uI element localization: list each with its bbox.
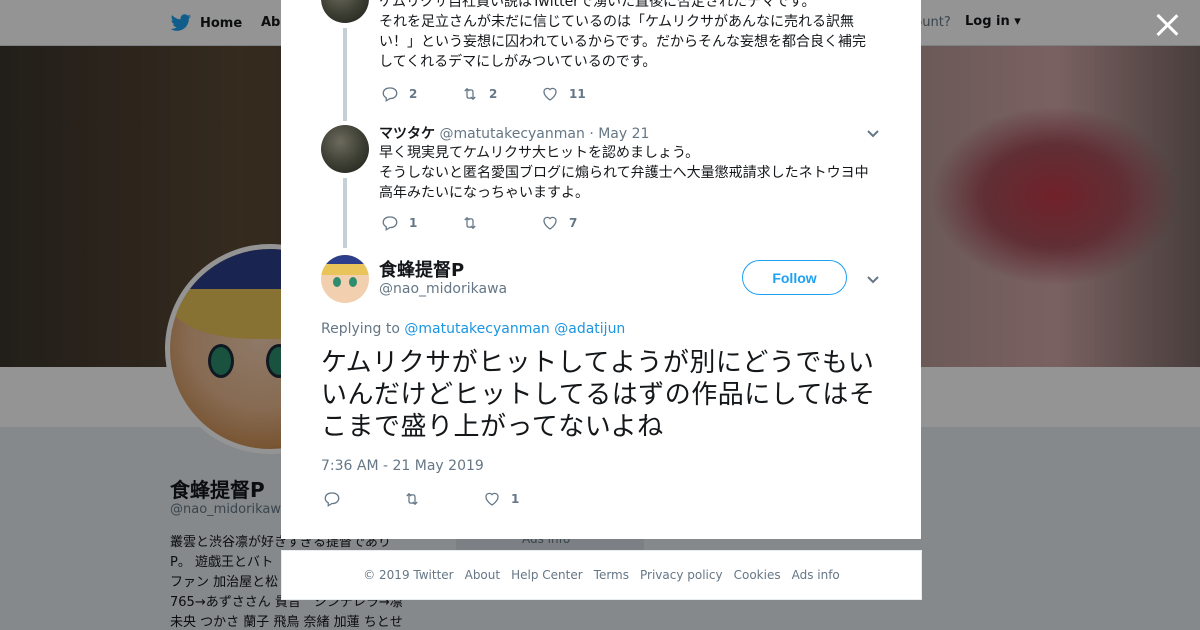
close-icon[interactable] [1154,12,1180,38]
footer-link-ads-info[interactable]: Ads info [792,568,840,582]
chevron-down-icon [867,276,879,284]
main-tweet-actions: 1 [323,490,563,508]
avatar-hat [321,255,369,264]
footer-link-help-center[interactable]: Help Center [511,568,583,582]
tweet-author-name[interactable]: マツタケ [379,126,435,142]
like-icon [485,492,499,506]
tweet-text-line: してくれるデマにしがみついているのです。 [379,54,657,70]
retweet-button[interactable] [403,490,483,508]
tweet-permalink-modal: ケムリクサ自社買い説はTwitterで湧いた直後に否定されたデマです。 それを足… [281,0,921,539]
follow-button[interactable]: Follow [742,260,847,295]
footer-link-privacy[interactable]: Privacy policy [640,568,723,582]
avatar-eye-right [349,277,357,287]
tweet-text: 早く現実見てケムリクサ大ヒットを認めましょう。 そうしないと匿名愛国ブログに煽ら… [379,143,889,203]
tweet-text-line: い！」という妄想に囚われているからです。だからそんな妄想を都合良く補完 [379,34,867,50]
tweet-text: ケムリクサ自社買い説はTwitterで湧いた直後に否定されたデマです。 それを足… [379,0,879,72]
tweet-actions: 1 7 [381,214,621,232]
main-tweet-text: ケムリクサがヒットしてようが別にどうでもいいんだけどヒットしてるはずの作品にして… [321,348,876,442]
like-button[interactable]: 11 [541,85,621,103]
like-count: 1 [511,492,520,506]
tweet-menu-button[interactable] [866,125,880,139]
main-tweet-timestamp[interactable]: 7:36 AM - 21 May 2019 [321,458,484,474]
replying-prefix: Replying to [321,321,400,337]
reply-to-mention[interactable]: @matutakecyanman [404,321,549,337]
reply-icon [324,492,340,507]
main-tweet-author-name[interactable]: 食蜂提督P [379,256,464,282]
tweet-text-line: 早く現実見てケムリクサ大ヒットを認めましょう。 [379,145,700,161]
tweet-author-handle[interactable]: @matutakecyanman [439,126,584,142]
main-tweet-avatar[interactable] [321,255,369,303]
tweet-text-line: 高年みたいになっちゃいますよ。 [379,185,589,201]
retweet-icon [464,87,476,101]
reply-to-mention[interactable]: @adatijun [554,321,625,337]
retweet-icon [406,492,418,506]
retweet-icon [464,216,476,230]
separator-dot: · [589,126,594,142]
main-tweet-menu-button[interactable] [866,271,880,285]
like-count: 7 [569,216,578,230]
like-button[interactable]: 7 [541,214,621,232]
copyright: © 2019 Twitter [363,568,454,582]
like-button[interactable]: 1 [483,490,563,508]
avatar[interactable] [321,0,369,23]
retweet-button[interactable]: 2 [461,85,541,103]
tweet-date[interactable]: May 21 [598,126,649,142]
retweet-button[interactable] [461,214,541,232]
reply-button[interactable]: 1 [381,214,461,232]
tweet-text-line: そうしないと匿名愛国ブログに煽られて弁護士へ大量懲戒請求したネトウヨ中 [379,165,869,181]
avatar[interactable] [321,125,369,173]
footer-link-terms[interactable]: Terms [594,568,629,582]
thread-line [343,178,347,248]
tweet-header: マツタケ @matutakecyanman · May 21 [379,123,649,143]
tweet-text-line: それを足立さんが未だに信じているのは「ケムリクサがあんなに売れる訳無 [379,14,855,30]
footer-link-about[interactable]: About [465,568,500,582]
reply-button[interactable]: 2 [381,85,461,103]
reply-button[interactable] [323,490,403,508]
reply-count: 2 [409,87,418,101]
thread-line [343,28,347,121]
main-tweet-author-handle[interactable]: @nao_midorikawa [379,281,507,297]
reply-icon [382,87,398,102]
like-icon [543,87,557,101]
like-icon [543,216,557,230]
chevron-down-icon [867,130,879,138]
reply-count: 1 [409,216,418,230]
avatar-eye-left [333,277,341,287]
tweet-actions: 2 2 11 [381,85,621,103]
footer-link-cookies[interactable]: Cookies [734,568,781,582]
reply-icon [382,216,398,231]
retweet-count: 2 [489,87,498,101]
like-count: 11 [569,87,586,101]
tweet-text-line: ケムリクサ自社買い説はTwitterで湧いた直後に否定されたデマです。 [379,0,816,10]
replying-to: Replying to @matutakecyanman @adatijun [321,321,625,337]
modal-footer: © 2019 Twitter About Help Center Terms P… [281,550,922,600]
